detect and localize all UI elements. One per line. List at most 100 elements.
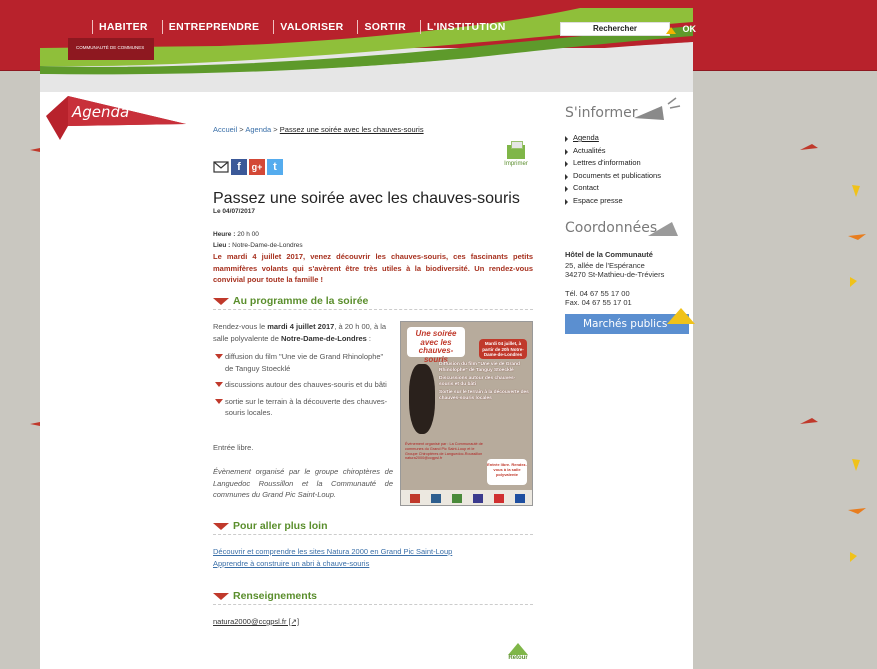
print-button[interactable]: Imprimer (498, 141, 534, 167)
poster-logos (401, 490, 532, 505)
coord-fax: Fax. 04 67 55 17 01 (565, 298, 632, 307)
event-poster[interactable]: Une soirée avec les chauves-souris Mardi… (400, 321, 533, 506)
partner-logo (493, 494, 504, 503)
nav-item-habiter[interactable]: HABITER (92, 20, 148, 34)
partner-logo (514, 494, 525, 503)
event-place: Lieu : Notre-Dame-de-Londres (213, 240, 303, 251)
rdv-paragraph: Rendez-vous le mardi 4 juillet 2017, à 2… (213, 321, 393, 344)
rdv-place: Notre-Dame-de-Londres (280, 333, 367, 343)
back-button[interactable]: Retour (503, 643, 533, 661)
contact-email-link[interactable]: natura2000@ccgpsl.fr [↗] (213, 617, 299, 626)
grey-triangle-icon (648, 222, 678, 236)
search-input[interactable]: Rechercher (560, 22, 670, 36)
bat-image (409, 364, 435, 434)
section-programme-heading: Au programme de la soirée (213, 294, 533, 310)
poster-item: Diffusion du film "Une vie de Grand Rhin… (439, 362, 520, 373)
lieu-value: Notre-Dame-de-Londres (232, 242, 303, 249)
sidebar-item-label: Lettres d'information (573, 158, 641, 168)
poster-item: Sortie sur le terrain à la découverte de… (439, 390, 529, 401)
mail-icon[interactable] (213, 159, 229, 175)
nav-item-institution[interactable]: L'INSTITUTION (419, 20, 506, 34)
event-time: Heure : 20 h 00 (213, 229, 303, 240)
list-item: sortie sur le terrain à la découverte de… (213, 396, 393, 419)
sidebar-item-actualites[interactable]: Actualités (565, 145, 661, 158)
section-renseignements-title: Renseignements (233, 590, 318, 602)
main-navigation: HABITER ENTREPRENDRE VALORISER SORTIR L'… (48, 20, 520, 38)
search-ok-button[interactable]: OK (672, 22, 697, 36)
breadcrumb: Accueil > Agenda > Passez une soirée ave… (213, 125, 424, 134)
lieu-label: Lieu : (213, 242, 231, 249)
section-loin-title: Pour aller plus loin (233, 520, 328, 532)
heure-value: 20 h 00 (237, 231, 259, 238)
megaphone-icon (634, 97, 681, 120)
poster-programme: Diffusion du film "Une vie de Grand Rhin… (439, 362, 529, 405)
back-label: Retour (508, 655, 528, 661)
sidebar-item-agenda[interactable]: Agenda (565, 132, 661, 145)
event-intro: Le mardi 4 juillet 2017, venez découvrir… (213, 252, 533, 284)
section-renseignements-heading: Renseignements (213, 589, 533, 605)
sidebar-item-label: Contact (573, 183, 599, 193)
print-label: Imprimer (504, 161, 528, 167)
google-plus-icon[interactable]: g+ (249, 159, 265, 175)
partner-logo (452, 494, 463, 503)
programme-list: diffusion du film "Une vie de Grand Rhin… (213, 351, 393, 424)
nav-item-entreprendre[interactable]: ENTREPRENDRE (161, 20, 260, 34)
facebook-icon[interactable]: f (231, 159, 247, 175)
list-item: diffusion du film "Une vie de Grand Rhin… (213, 351, 393, 374)
twitter-icon[interactable]: t (267, 159, 283, 175)
share-buttons: f g+ t (213, 159, 283, 175)
poster-contact: natura2000@ccgpsl.fr (405, 456, 443, 461)
poster-item: Discussions autour des chauves-souris et… (439, 376, 516, 387)
arrow-up-icon (508, 643, 528, 655)
date-value: 04/07/2017 (222, 208, 255, 215)
red-triangle-icon (213, 593, 229, 600)
rdv-text: Rendez-vous le (213, 322, 266, 331)
event-meta: Heure : 20 h 00 Lieu : Notre-Dame-de-Lon… (213, 229, 303, 251)
list-item: discussions autour des chauves-souris et… (213, 379, 393, 391)
agenda-tab-label: Agenda (72, 103, 130, 121)
breadcrumb-home[interactable]: Accueil (213, 125, 237, 134)
red-triangle-icon (213, 298, 229, 305)
page-title: Passez une soirée avec les chauves-souri… (213, 190, 520, 207)
nav-item-sortir[interactable]: SORTIR (357, 20, 406, 34)
sidebar-item-label: Documents et publications (573, 170, 661, 180)
link-natura2000[interactable]: Découvrir et comprendre les sites Natura… (213, 547, 452, 556)
heure-label: Heure : (213, 231, 236, 238)
coord-phone: Tél. 04 67 55 17 00 (565, 289, 630, 298)
poster-title: Une soirée avec les chauves-souris (407, 327, 465, 363)
poster-organisation-text: Évènement organisé par : La Communauté d… (405, 442, 483, 456)
sidebar-informer-title: S'informer (565, 105, 638, 121)
breadcrumb-separator: > (239, 125, 244, 134)
section-loin-heading: Pour aller plus loin (213, 519, 533, 535)
entree-libre: Entrée libre. (213, 443, 254, 452)
nav-item-valoriser[interactable]: VALORISER (273, 20, 343, 34)
logo-text: COMMUNAUTÉ DE COMMUNES (76, 45, 145, 50)
rdv-date: mardi 4 juillet 2017 (267, 322, 335, 331)
event-date: Le 04/07/2017 (213, 208, 255, 215)
sidebar-item-label: Espace presse (573, 195, 623, 205)
coord-address-line: 34270 St-Mathieu-de-Tréviers (565, 270, 665, 279)
breadcrumb-agenda[interactable]: Agenda (245, 125, 271, 134)
sidebar-informer-list: Agenda Actualités Lettres d'information … (565, 132, 661, 208)
rdv-text: : (368, 333, 372, 343)
marches-publics-label: Marchés publics (583, 318, 668, 330)
organisation-note: Évènement organisé par le groupe chiropt… (213, 467, 393, 499)
red-triangle-icon (213, 523, 229, 530)
breadcrumb-separator: > (273, 125, 278, 134)
breadcrumb-current[interactable]: Passez une soirée avec les chauves-souri… (280, 125, 424, 134)
poster-date: Mardi 04 juillet, à partir de 20h Notre-… (479, 339, 527, 359)
partner-logo (410, 494, 421, 503)
date-prefix: Le (213, 208, 221, 215)
sidebar-item-label: Actualités (573, 145, 606, 155)
poster-free-entry: Entrée libre. Rendez-vous à la salle pol… (487, 459, 527, 485)
partner-logo (431, 494, 442, 503)
sidebar-item-label: Agenda (573, 133, 599, 142)
sidebar-item-documents[interactable]: Documents et publications (565, 170, 661, 183)
link-abri-chauve-souris[interactable]: Apprendre à construire un abri à chauve-… (213, 559, 369, 568)
sidebar-item-presse[interactable]: Espace presse (565, 195, 661, 208)
coord-name: Hôtel de la Communauté (565, 250, 653, 259)
poster-organisation: Évènement organisé par : La Communauté d… (405, 442, 485, 461)
sidebar-item-contact[interactable]: Contact (565, 182, 661, 195)
coord-address-line: 25, allée de l'Espérance (565, 261, 645, 270)
sidebar-item-lettres[interactable]: Lettres d'information (565, 157, 661, 170)
